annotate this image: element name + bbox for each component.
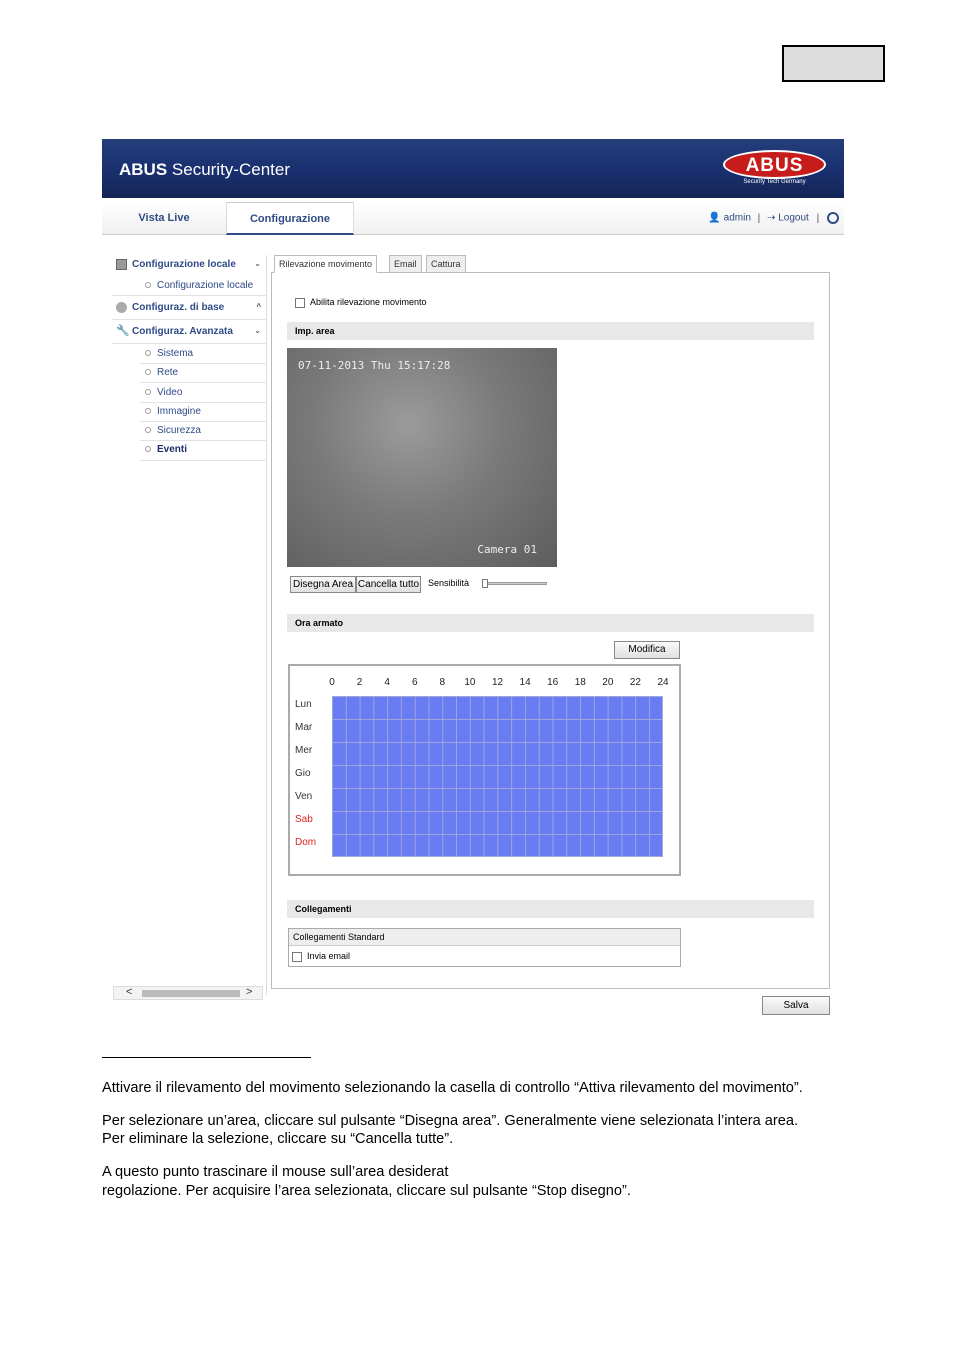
username-link[interactable]: admin bbox=[724, 213, 751, 224]
hour-label: 0 bbox=[329, 677, 335, 688]
clear-all-button[interactable]: Cancella tutto bbox=[356, 576, 421, 593]
day-label: Lun bbox=[295, 699, 312, 710]
send-email-checkbox[interactable] bbox=[292, 951, 302, 962]
hour-label: 10 bbox=[464, 677, 476, 688]
linkage-table: Collegamenti Standard Invia email bbox=[288, 928, 681, 967]
day-label: Mar bbox=[295, 722, 313, 733]
day-label: Ven bbox=[295, 791, 313, 802]
sidebar-scrollbar[interactable]: < > bbox=[113, 986, 263, 1000]
doc-paragraph-2: Per selezionare un’area, cliccare sul pu… bbox=[102, 1113, 799, 1129]
hour-label: 4 bbox=[384, 677, 390, 688]
hour-label: 14 bbox=[519, 677, 531, 688]
tab-motion-detection[interactable]: Rilevazione movimento bbox=[274, 255, 378, 273]
monitor-icon bbox=[116, 259, 127, 270]
send-email-label: Invia email bbox=[307, 951, 351, 961]
sidebar-item-system[interactable]: Sistema bbox=[145, 348, 193, 359]
scroll-right-arrow[interactable]: > bbox=[246, 986, 252, 998]
day-label: Gio bbox=[295, 768, 311, 779]
bullet-icon bbox=[145, 282, 151, 289]
linkage-header: Collegamenti bbox=[287, 900, 814, 918]
modify-schedule-button[interactable]: Modifica bbox=[614, 641, 680, 659]
arming-schedule-header: Ora armato bbox=[287, 614, 814, 632]
nav-separator: | bbox=[757, 212, 761, 224]
scroll-left-arrow[interactable]: < bbox=[126, 986, 132, 998]
nav-separator: | bbox=[816, 212, 820, 224]
enable-motion-row: Abilita rilevazione movimento bbox=[295, 297, 427, 308]
hour-label: 24 bbox=[657, 677, 669, 688]
slider-handle[interactable] bbox=[482, 579, 488, 588]
user-icon: 👤 bbox=[708, 212, 721, 224]
wrench-icon: 🔧 bbox=[116, 325, 130, 337]
sensitivity-label: Sensibilità bbox=[428, 578, 470, 588]
hour-label: 8 bbox=[439, 677, 446, 688]
hour-label: 6 bbox=[411, 677, 418, 688]
language-globe-icon[interactable] bbox=[827, 212, 839, 224]
enable-motion-label: Abilita rilevazione movimento bbox=[310, 297, 427, 307]
hour-label: 20 bbox=[602, 677, 614, 688]
hour-label: 12 bbox=[491, 677, 504, 688]
sidebar-section-advanced-config[interactable]: 🔧 Configuraz. Avanzata ⌄ bbox=[116, 325, 267, 338]
sidebar-item-local-config[interactable]: Configurazione locale bbox=[145, 280, 253, 291]
chevron-up-icon: ^ bbox=[256, 302, 261, 311]
bullet-icon bbox=[145, 446, 151, 453]
hour-label: 2 bbox=[356, 677, 363, 688]
logo-subtitle: Security Tech Germany bbox=[743, 179, 806, 185]
hour-label: 18 bbox=[574, 677, 586, 688]
sensitivity-slider[interactable] bbox=[482, 579, 547, 588]
doc-paragraph-1: Attivare il rilevamento del movimento se… bbox=[102, 1080, 803, 1096]
tab-capture[interactable]: Cattura bbox=[426, 255, 466, 273]
doc-paragraph-4: A questo punto trascinare il mouse sull’… bbox=[102, 1164, 449, 1180]
bullet-icon bbox=[145, 408, 151, 415]
chevron-down-icon: ⌄ bbox=[254, 259, 261, 268]
draw-area-button[interactable]: Disegna Area bbox=[290, 576, 356, 593]
app-banner: ABUS Security-Center ABUS Security Tech … bbox=[102, 139, 844, 198]
doc-paragraph-5: regolazione. Per acquisire l’area selezi… bbox=[102, 1183, 631, 1199]
sidebar-item-events[interactable]: Eventi bbox=[145, 444, 187, 455]
tab-email[interactable]: Email bbox=[389, 255, 422, 273]
day-label: Sab bbox=[295, 814, 313, 825]
sidebar-item-network[interactable]: Rete bbox=[145, 367, 178, 378]
save-button[interactable]: Salva bbox=[762, 996, 830, 1015]
bullet-icon bbox=[145, 350, 151, 357]
video-timestamp: 07-11-2013 Thu 15:17:28 bbox=[298, 359, 451, 372]
abus-logo: ABUS bbox=[723, 150, 826, 179]
sidebar-item-video[interactable]: Video bbox=[145, 387, 182, 398]
send-email-row: Invia email bbox=[292, 951, 350, 962]
sidebar-section-basic-config[interactable]: Configuraz. di base ^ bbox=[116, 302, 267, 313]
tab-live-view[interactable]: Vista Live bbox=[102, 202, 226, 235]
schedule-grid[interactable] bbox=[332, 696, 663, 857]
camera-preview[interactable]: 07-11-2013 Thu 15:17:28 Camera 01 bbox=[287, 348, 557, 567]
bullet-icon bbox=[145, 427, 151, 434]
top-nav: Vista Live Configurazione 👤 admin | ⇢ Lo… bbox=[102, 202, 844, 235]
bullet-icon bbox=[145, 369, 151, 376]
scrollbar-thumb[interactable] bbox=[142, 990, 240, 997]
doc-paragraph-3: Per eliminare la selezione, cliccare su … bbox=[102, 1131, 454, 1147]
hour-label: 22 bbox=[629, 677, 641, 688]
sidebar-item-security[interactable]: Sicurezza bbox=[145, 425, 201, 436]
logout-link[interactable]: Logout bbox=[778, 213, 809, 224]
logout-icon: ⇢ bbox=[767, 212, 776, 224]
page-label-box bbox=[782, 45, 885, 82]
gear-icon bbox=[116, 302, 127, 313]
sidebar: Configurazione locale ⌄ Configurazione l… bbox=[112, 255, 267, 995]
standard-linkage-header: Collegamenti Standard bbox=[289, 929, 680, 946]
hour-label: 16 bbox=[547, 677, 559, 688]
day-label: Mer bbox=[295, 745, 313, 756]
enable-motion-checkbox[interactable] bbox=[295, 297, 305, 308]
bullet-icon bbox=[145, 389, 151, 396]
tab-configuration[interactable]: Configurazione bbox=[226, 202, 354, 235]
footnote-rule bbox=[102, 1057, 311, 1058]
area-settings-header: Imp. area bbox=[287, 322, 814, 340]
chevron-down-icon: ⌄ bbox=[254, 326, 261, 335]
app-title: ABUS Security-Center bbox=[119, 160, 290, 179]
video-camera-label: Camera 01 bbox=[477, 543, 537, 556]
sidebar-item-image[interactable]: Immagine bbox=[145, 406, 201, 417]
day-label: Dom bbox=[295, 837, 317, 848]
user-area: 👤 admin | ⇢ Logout | bbox=[708, 212, 839, 224]
sidebar-section-local-config[interactable]: Configurazione locale ⌄ bbox=[116, 259, 267, 270]
